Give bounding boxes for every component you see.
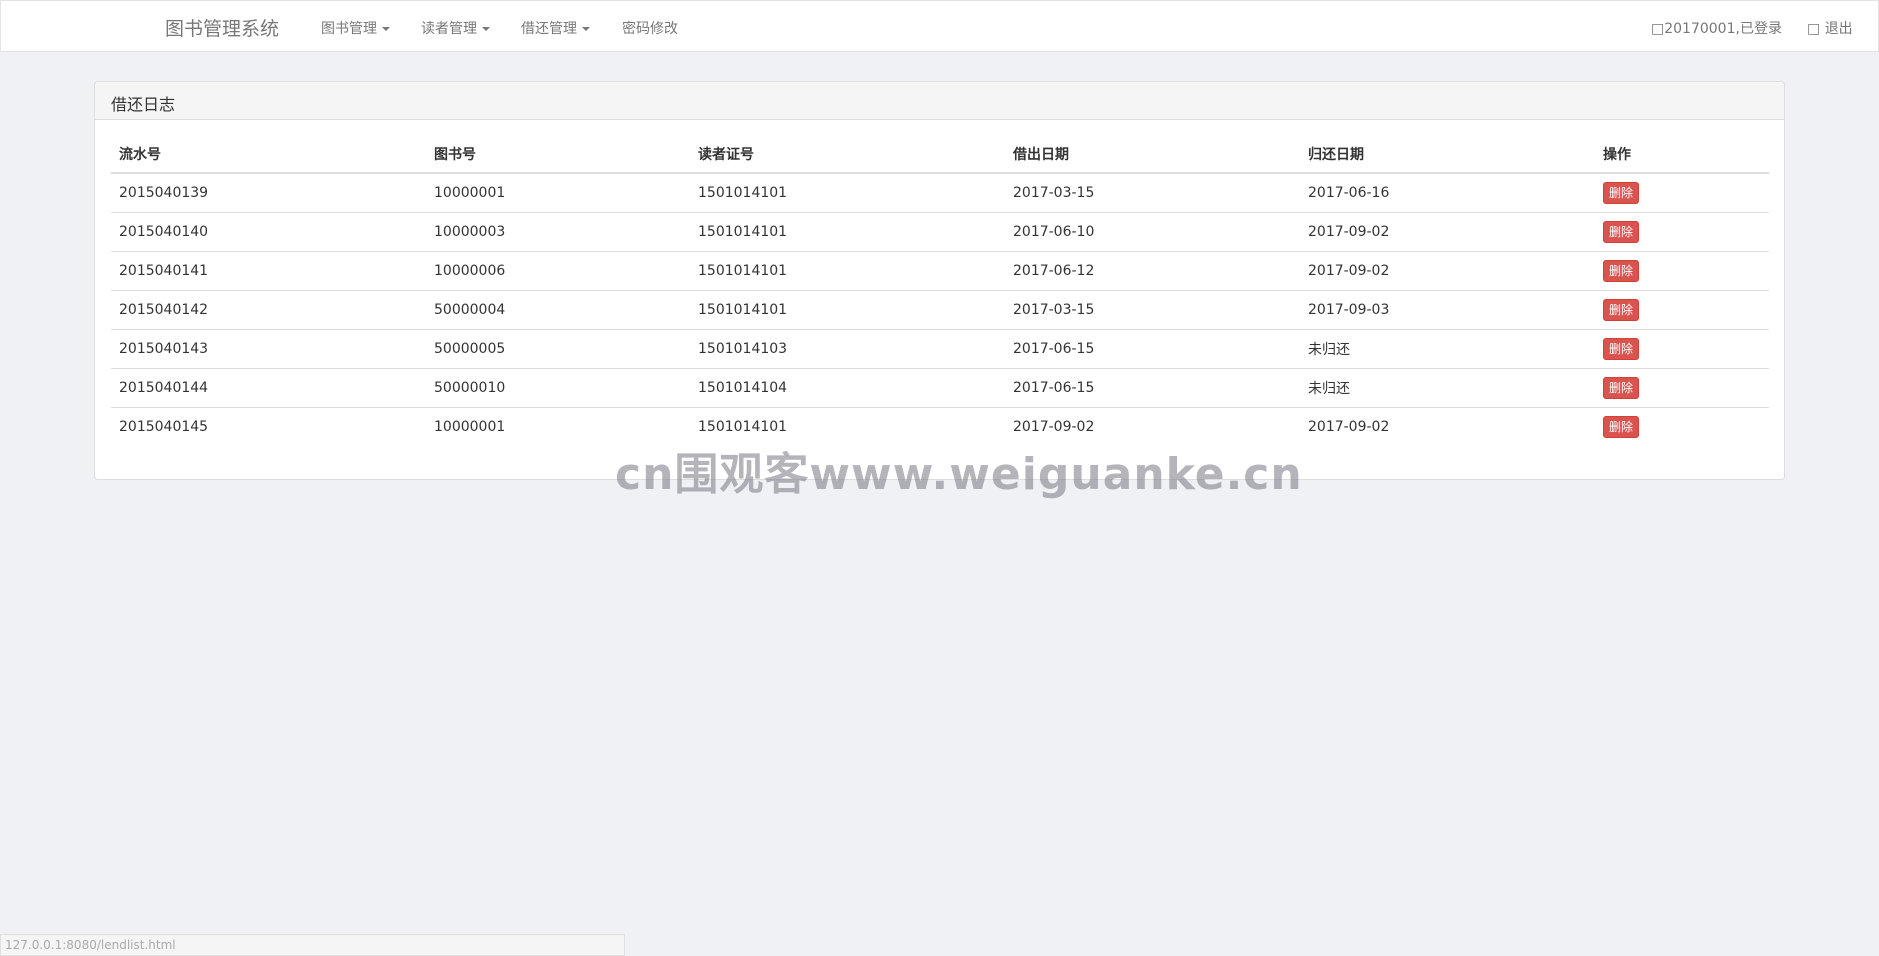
cell-lend-date: 2017-06-12 xyxy=(1005,251,1300,291)
cell-return-date: 2017-09-02 xyxy=(1308,418,1390,435)
user-status[interactable]: □20170001,已登录 xyxy=(1651,18,1782,38)
delete-button[interactable]: 删除 xyxy=(1603,259,1640,282)
cell-reader-id: 1501014103 xyxy=(690,329,1005,369)
logout-icon: □ xyxy=(1807,21,1821,37)
column-header-return-date: 归还日期 xyxy=(1300,135,1595,174)
delete-button[interactable]: 删除 xyxy=(1603,220,1640,243)
table-row: 2015040144 50000010 1501014104 2017-06-1… xyxy=(111,368,1769,408)
logout-link[interactable]: □ 退出 xyxy=(1807,18,1853,38)
user-status-label: 20170001,已登录 xyxy=(1664,21,1782,37)
user-icon: □ xyxy=(1651,21,1665,37)
cell-return-date: 2017-09-02 xyxy=(1300,251,1595,291)
table-row: 2015040140 10000003 1501014101 2017-06-1… xyxy=(111,212,1769,252)
caret-down-icon xyxy=(582,27,590,31)
cell-serial: 2015040141 xyxy=(111,251,426,291)
cell-serial: 2015040142 xyxy=(111,290,426,330)
column-header-book-id: 图书号 xyxy=(426,135,690,174)
cell-action: 删除 xyxy=(1595,290,1769,330)
cell-serial: 2015040139 xyxy=(111,173,426,213)
cell-reader-id: 1501014101 xyxy=(690,173,1005,213)
table-header-row: 流水号 图书号 读者证号 借出日期 归还日期 操作 xyxy=(111,135,1769,174)
table-row: 2015040141 10000006 1501014101 2017-06-1… xyxy=(111,251,1769,291)
table-row: 2015040142 50000004 1501014101 2017-03-1… xyxy=(111,290,1769,330)
cell-reader-id: 1501014101 xyxy=(690,251,1005,291)
cell-action: 删除 xyxy=(1595,368,1769,408)
cell-return-date: 未归还 xyxy=(1300,329,1595,369)
cell-return-date: 未归还 xyxy=(1300,368,1595,408)
caret-down-icon xyxy=(382,27,390,31)
column-header-action: 操作 xyxy=(1595,135,1769,174)
cell-action: 删除 xyxy=(1595,173,1769,213)
cell-lend-date: 2017-03-15 xyxy=(1005,173,1300,213)
cell-action: 删除 xyxy=(1595,251,1769,291)
menu-reader-management[interactable]: 读者管理 xyxy=(421,18,490,38)
cell-book-id: 50000010 xyxy=(426,368,690,408)
menu-book-management[interactable]: 图书管理 xyxy=(321,18,390,38)
cell-lend-date: 2017-06-15 xyxy=(1005,368,1300,408)
column-header-reader-id: 读者证号 xyxy=(690,135,1005,174)
table-row: 2015040139 10000001 1501014101 2017-03-1… xyxy=(111,173,1769,213)
browser-status-bar: 127.0.0.1:8080/lendlist.html xyxy=(0,934,625,956)
table-row: 2015040143 50000005 1501014103 2017-06-1… xyxy=(111,329,1769,369)
delete-button[interactable]: 删除 xyxy=(1603,337,1640,360)
cell-action: 删除 xyxy=(1595,329,1769,369)
cell-serial: 2015040144 xyxy=(111,368,426,408)
cell-book-id: 10000001 xyxy=(426,173,690,213)
column-header-serial: 流水号 xyxy=(111,135,426,174)
brand-title[interactable]: 图书管理系统 xyxy=(165,14,279,41)
cell-book-id: 50000004 xyxy=(426,290,690,330)
delete-button[interactable]: 删除 xyxy=(1603,181,1640,204)
menu-password-change-label: 密码修改 xyxy=(622,21,678,37)
menu-reader-management-label: 读者管理 xyxy=(421,21,477,37)
cell-reader-id: 1501014101 xyxy=(690,212,1005,252)
cell-return-date: 2017-09-03 xyxy=(1300,290,1595,330)
delete-button[interactable]: 删除 xyxy=(1603,298,1640,321)
cell-lend-date: 2017-06-15 xyxy=(1005,329,1300,369)
cell-book-id: 10000006 xyxy=(426,251,690,291)
menu-book-management-label: 图书管理 xyxy=(321,21,377,37)
cell-serial: 2015040140 xyxy=(111,212,426,252)
menu-lend-management[interactable]: 借还管理 xyxy=(521,18,590,38)
cell-reader-id: 1501014101 xyxy=(690,290,1005,330)
panel-title: 借还日志 xyxy=(95,82,1784,120)
menu-password-change[interactable]: 密码修改 xyxy=(622,18,678,38)
caret-down-icon xyxy=(482,27,490,31)
top-navbar: 图书管理系统 图书管理 读者管理 借还管理 密码修改 □20170001,已登录… xyxy=(0,0,1879,52)
cell-serial: 2015040145 xyxy=(119,418,209,435)
cell-book-id: 50000005 xyxy=(426,329,690,369)
logout-label: 退出 xyxy=(1824,21,1853,37)
watermark-text: cn围观客www.weiguanke.cn xyxy=(615,449,1303,500)
cell-lend-date: 2017-06-10 xyxy=(1005,212,1300,252)
delete-button[interactable]: 删除 xyxy=(1603,415,1640,438)
cell-serial: 2015040143 xyxy=(111,329,426,369)
cell-reader-id: 1501014104 xyxy=(690,368,1005,408)
column-header-lend-date: 借出日期 xyxy=(1005,135,1300,174)
cell-return-date: 2017-06-16 xyxy=(1300,173,1595,213)
cell-action: 删除 xyxy=(1595,407,1769,446)
delete-button[interactable]: 删除 xyxy=(1603,376,1640,399)
menu-lend-management-label: 借还管理 xyxy=(521,21,577,37)
cell-action: 删除 xyxy=(1595,212,1769,252)
cell-book-id: 10000003 xyxy=(426,212,690,252)
cell-return-date: 2017-09-02 xyxy=(1300,212,1595,252)
lend-log-panel: 借还日志 流水号 图书号 读者证号 借出日期 归还日期 操作 201504013… xyxy=(94,81,1785,480)
lend-log-table: 流水号 图书号 读者证号 借出日期 归还日期 操作 2015040139 100… xyxy=(111,135,1769,446)
cell-lend-date: 2017-03-15 xyxy=(1005,290,1300,330)
